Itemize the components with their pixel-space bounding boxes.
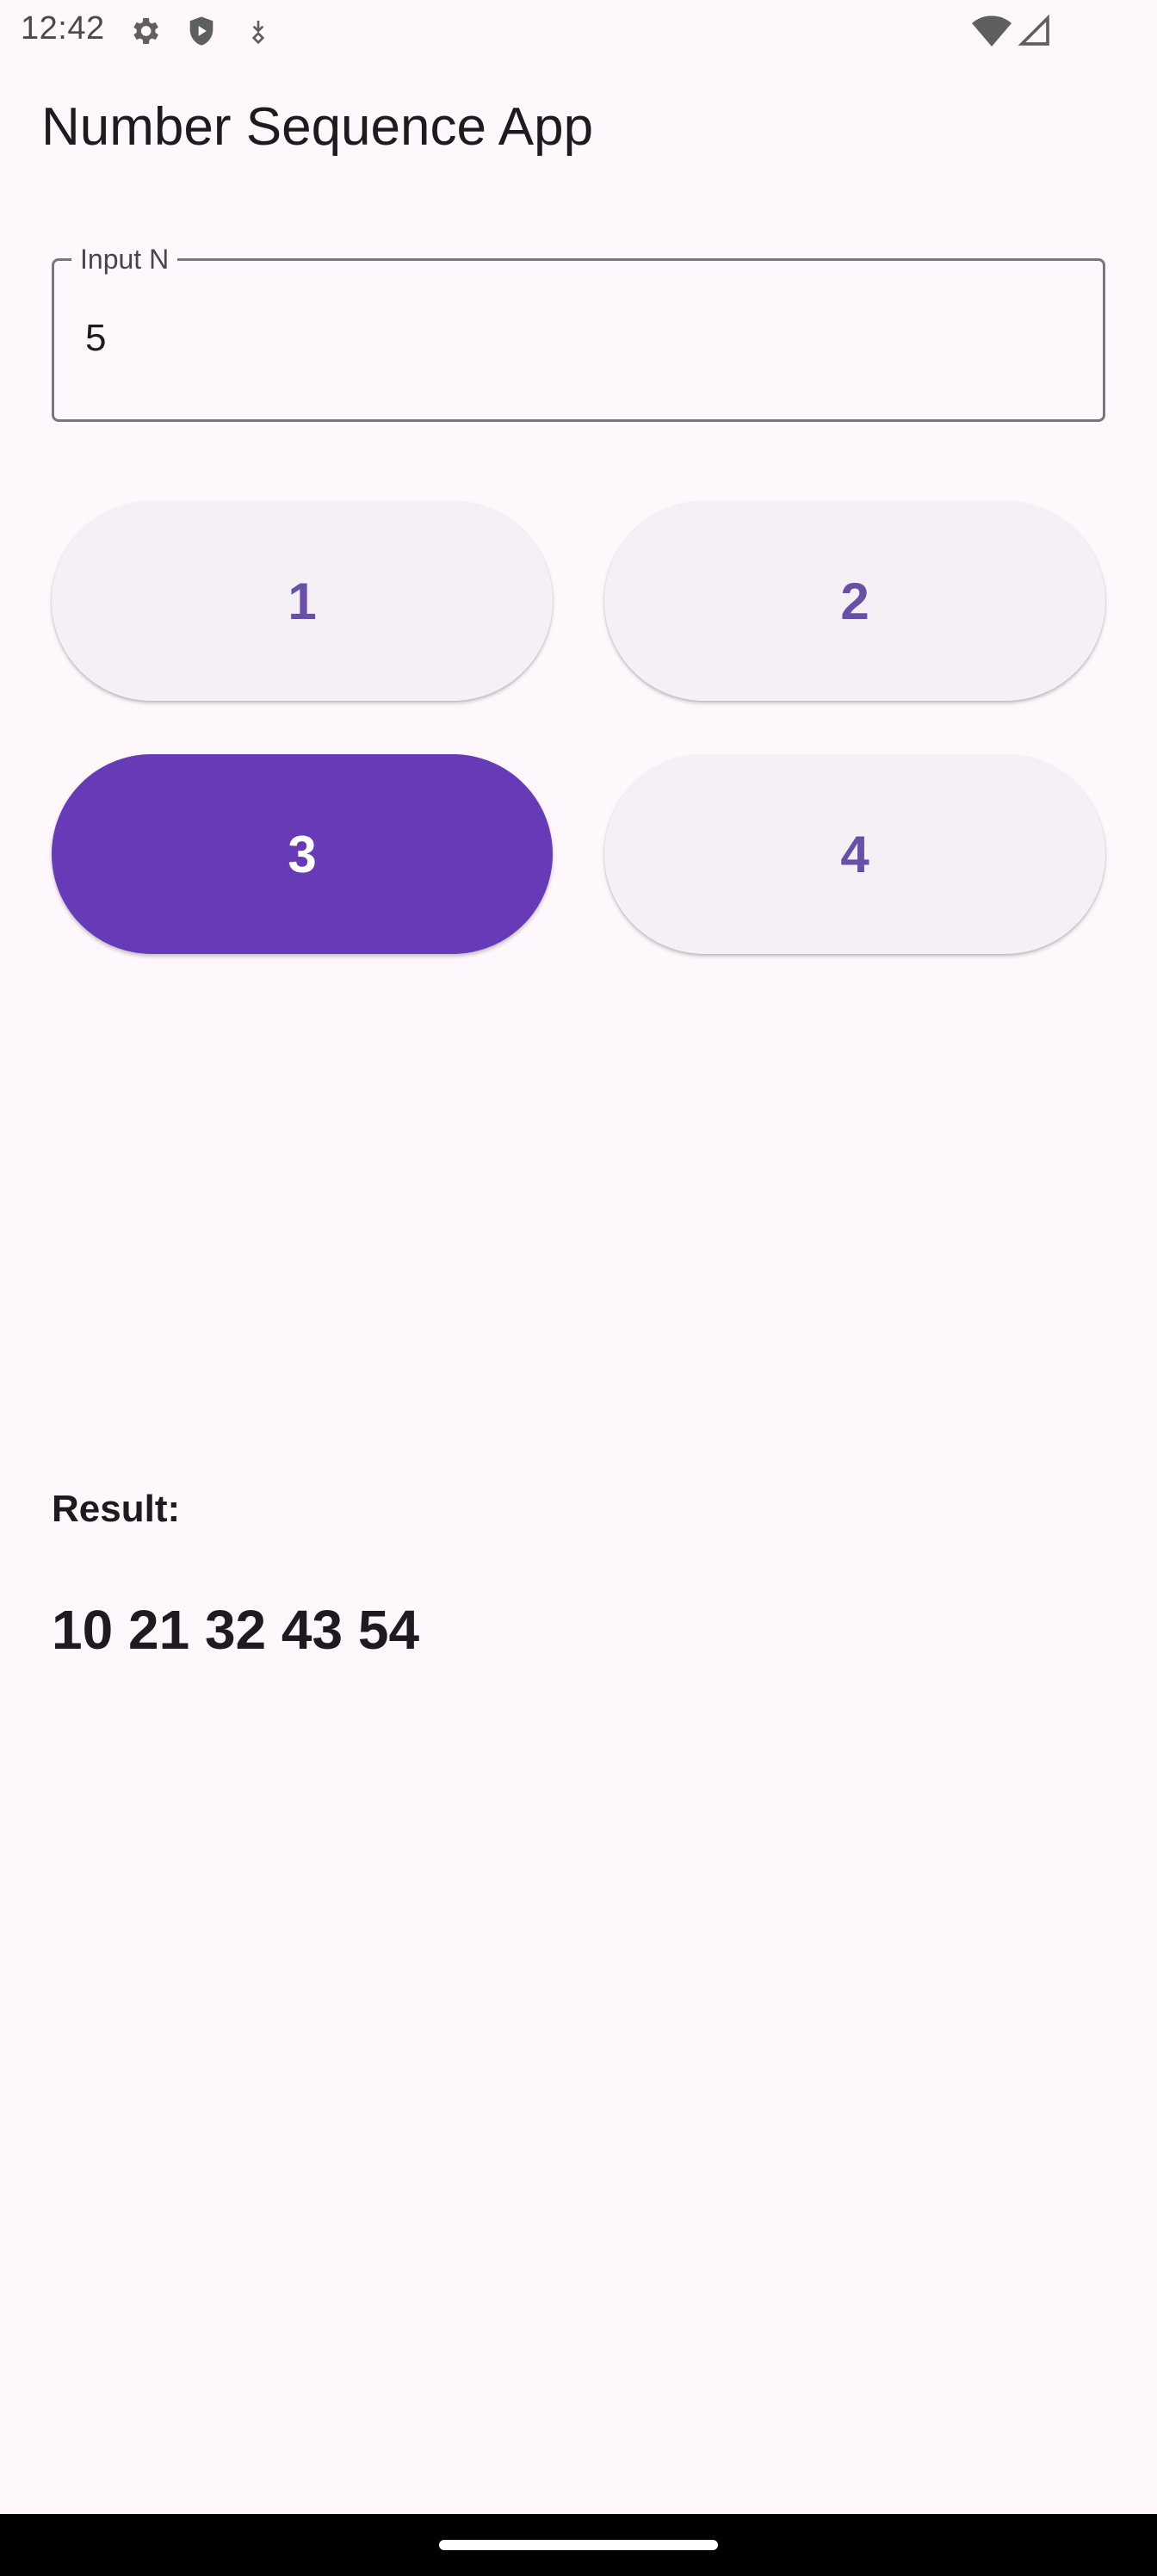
sequence-button-3[interactable]: 3 (52, 754, 553, 954)
result-value: 10 21 32 43 54 (52, 1599, 420, 1661)
sequence-button-1[interactable]: 1 (52, 501, 553, 701)
navigation-bar (0, 2514, 1157, 2576)
download-status-icon (239, 12, 277, 50)
shield-play-icon (183, 12, 220, 50)
cell-signal-icon (1016, 12, 1054, 50)
sequence-button-4[interactable]: 4 (604, 754, 1105, 954)
input-n-field[interactable]: Input N (52, 242, 1105, 422)
app-title: Number Sequence App (41, 97, 594, 157)
status-bar: 12:42 (0, 0, 1157, 62)
sequence-button-2[interactable]: 2 (604, 501, 1105, 701)
input-n-input[interactable] (85, 295, 1032, 381)
wifi-icon (969, 12, 1014, 50)
status-time: 12:42 (21, 10, 105, 46)
result-label: Result: (52, 1488, 181, 1530)
settings-icon (126, 12, 164, 50)
input-n-label: Input N (71, 242, 178, 276)
home-gesture-handle[interactable] (439, 2540, 718, 2550)
